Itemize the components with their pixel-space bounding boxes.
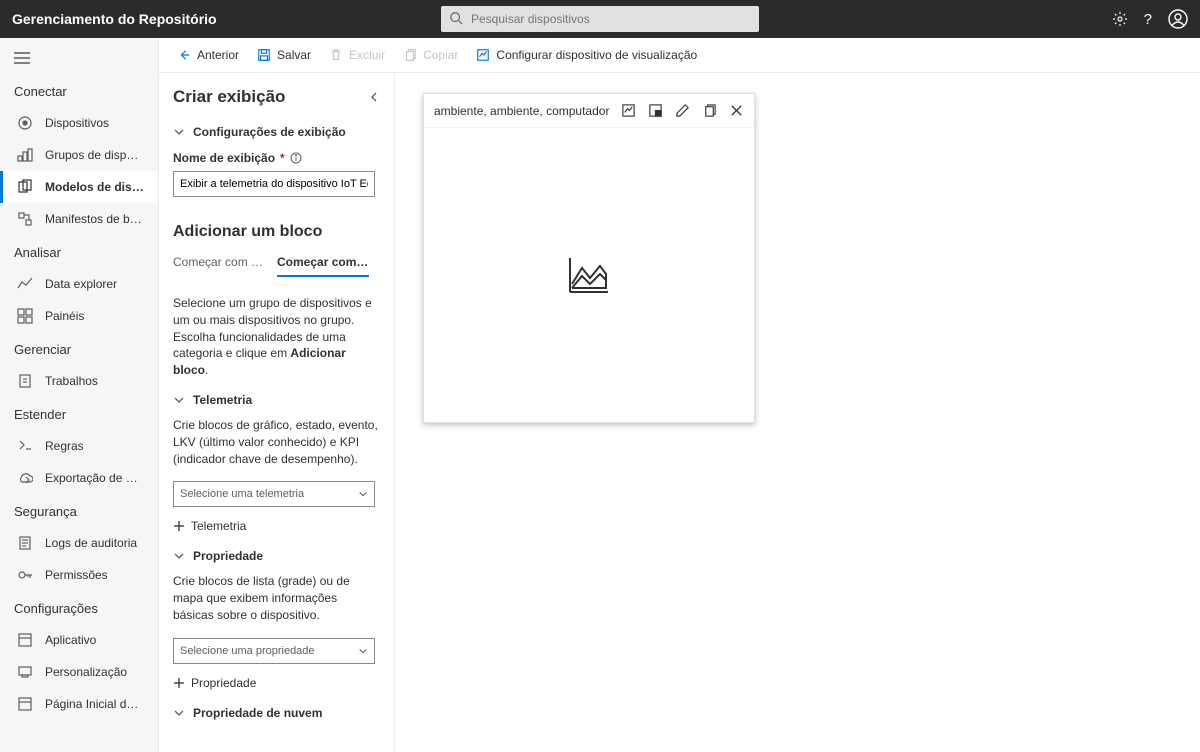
sidebar-item-device-groups[interactable]: Grupos de dispositivos: [0, 139, 158, 171]
config-panel: Criar exibição Configurações de exibição…: [159, 73, 395, 752]
sidebar-item-edge-manifests[interactable]: Manifestos de borda: [0, 203, 158, 235]
edit-icon[interactable]: [675, 103, 690, 118]
panel-title: Criar exibição: [173, 87, 285, 107]
sidebar-group-header: Estender: [0, 397, 158, 430]
sidebar-group-header: Configurações: [0, 591, 158, 624]
chevron-down-icon: [173, 394, 185, 406]
property-section-toggle[interactable]: Propriedade: [173, 549, 380, 563]
view-canvas[interactable]: ambiente, ambiente, computador: [395, 73, 1200, 752]
telemetry-select[interactable]: Selecione uma telemetria: [173, 481, 375, 507]
sidebar-item-jobs[interactable]: Trabalhos: [0, 365, 158, 397]
chevron-down-icon: [173, 550, 185, 562]
property-desc: Crie blocos de lista (grade) ou de mapa …: [173, 573, 380, 623]
cloud-property-section-toggle[interactable]: Propriedade de nuvem: [173, 706, 380, 720]
instructions-text: Selecione um grupo de dispositivos e um …: [173, 295, 380, 379]
sidebar-item-iot-home[interactable]: Página Inicial do IoT C: [0, 688, 158, 720]
close-icon[interactable]: [729, 103, 744, 118]
sidebar-item-permissions[interactable]: Permissões: [0, 559, 158, 591]
help-icon[interactable]: ?: [1144, 11, 1152, 28]
plus-icon: [173, 520, 185, 532]
duplicate-icon[interactable]: [702, 103, 717, 118]
chart-tile[interactable]: ambiente, ambiente, computador: [423, 93, 755, 423]
add-telemetry-button[interactable]: Telemetria: [173, 519, 380, 533]
sidebar-item-audit-logs[interactable]: Logs de auditoria: [0, 527, 158, 559]
copy-button: Copiar: [403, 48, 458, 62]
save-button[interactable]: Salvar: [257, 48, 311, 62]
add-tile-heading: Adicionar um bloco: [173, 223, 380, 241]
command-bar: Anterior Salvar Excluir Copiar Configura…: [159, 38, 1200, 73]
preview-device-button[interactable]: Configurar dispositivo de visualização: [476, 48, 697, 62]
telemetry-section-toggle[interactable]: Telemetria: [173, 393, 380, 407]
sidebar-group-header: Gerenciar: [0, 332, 158, 365]
add-property-button[interactable]: Propriedade: [173, 676, 380, 690]
chevron-down-icon: [173, 126, 185, 138]
tile-title: ambiente, ambiente, computador: [434, 104, 621, 118]
chart-type-icon[interactable]: [621, 103, 636, 118]
sidebar-item-rules[interactable]: Regras: [0, 430, 158, 462]
sidebar-group-header: Analisar: [0, 235, 158, 268]
sidebar-item-application[interactable]: Aplicativo: [0, 624, 158, 656]
area-chart-placeholder-icon: [566, 252, 612, 298]
chevron-down-icon: [358, 646, 368, 656]
telemetry-desc: Crie blocos de gráfico, estado, evento, …: [173, 417, 380, 467]
back-button[interactable]: Anterior: [177, 48, 239, 62]
add-tile-tabs: Começar com u... Começar com d...: [173, 255, 380, 277]
tab-start-with-devices[interactable]: Começar com d...: [277, 255, 369, 277]
tile-header: ambiente, ambiente, computador: [424, 94, 754, 128]
sidebar-item-devices[interactable]: Dispositivos: [0, 107, 158, 139]
global-search: [441, 6, 759, 32]
sidebar-group-header: Segurança: [0, 494, 158, 527]
tile-body: [424, 128, 754, 422]
chevron-down-icon: [358, 489, 368, 499]
plus-icon: [173, 677, 185, 689]
info-icon[interactable]: [290, 152, 302, 164]
display-name-input[interactable]: [173, 171, 375, 197]
sidebar-item-data-export[interactable]: Exportação de dados: [0, 462, 158, 494]
sidebar-item-customization[interactable]: Personalização: [0, 656, 158, 688]
left-sidebar: Conectar Dispositivos Grupos de disposit…: [0, 38, 159, 752]
delete-button: Excluir: [329, 48, 385, 62]
hamburger-icon[interactable]: [0, 46, 158, 74]
sidebar-item-dashboards[interactable]: Painéis: [0, 300, 158, 332]
sidebar-item-data-explorer[interactable]: Data explorer: [0, 268, 158, 300]
resize-icon[interactable]: [648, 103, 663, 118]
search-input[interactable]: [441, 6, 759, 32]
display-name-label: Nome de exibição*: [173, 151, 380, 165]
property-select[interactable]: Selecione uma propriedade: [173, 638, 375, 664]
sidebar-item-device-templates[interactable]: Modelos de dispo...: [0, 171, 158, 203]
brand-title: Gerenciamento do Repositório: [12, 11, 217, 27]
collapse-panel-icon[interactable]: [368, 91, 380, 103]
app-header: Gerenciamento do Repositório ?: [0, 0, 1200, 38]
view-settings-toggle[interactable]: Configurações de exibição: [173, 125, 380, 139]
chevron-down-icon: [173, 707, 185, 719]
tab-start-with-visual[interactable]: Começar com u...: [173, 255, 265, 277]
account-icon[interactable]: [1168, 9, 1188, 29]
gear-icon[interactable]: [1112, 11, 1128, 27]
sidebar-group-header: Conectar: [0, 74, 158, 107]
